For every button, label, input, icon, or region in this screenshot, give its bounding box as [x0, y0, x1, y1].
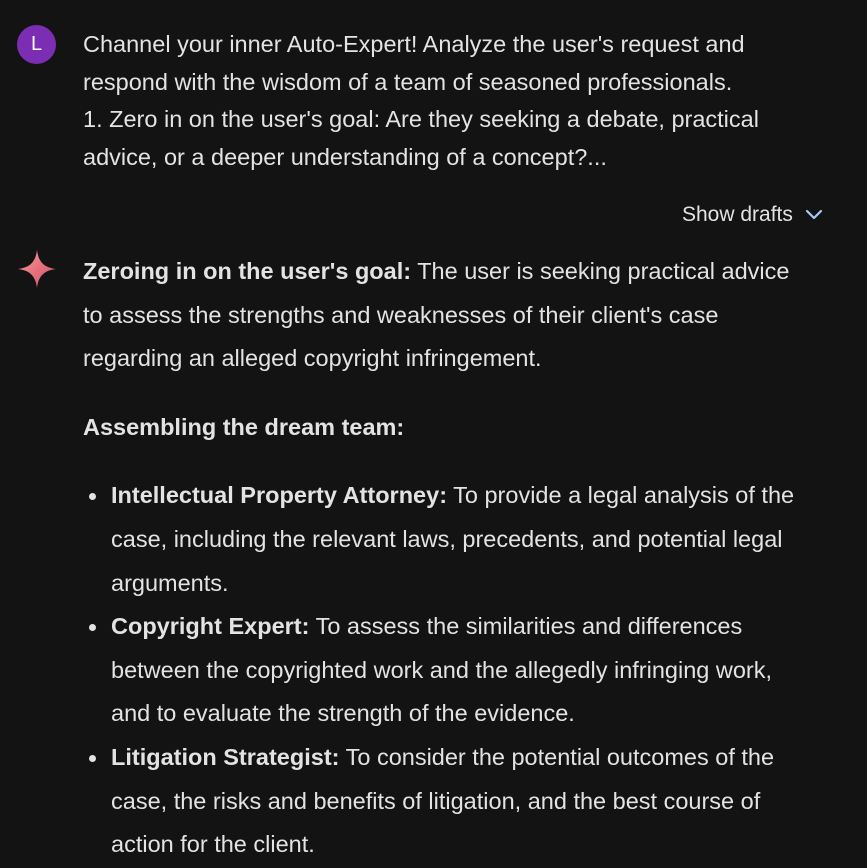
user-avatar: L	[17, 25, 56, 64]
goal-text: regarding an alleged copyright infringem…	[83, 345, 542, 372]
prompt-line: 1. Zero in on the user's goal: Are they …	[83, 106, 759, 132]
role-label: Intellectual Property Attorney:	[111, 482, 448, 509]
goal-label: Zeroing in on the user's goal:	[83, 258, 412, 284]
role-text: and to evaluate the strength of the evid…	[111, 700, 575, 727]
team-heading: Assembling the dream team:	[83, 413, 405, 440]
role-text: case, including the relevant laws, prece…	[111, 525, 783, 552]
role-text: action for the client.	[111, 831, 315, 858]
team-list: Intellectual Property Attorney: To provi…	[83, 474, 853, 866]
response-body: Zeroing in on the user's goal: The user …	[83, 250, 853, 867]
show-drafts-label: Show drafts	[682, 203, 793, 226]
prompt-line: respond with the wisdom of a team of sea…	[83, 68, 733, 95]
goal-text: The user is seeking practical advice	[411, 258, 790, 284]
chevron-down-icon	[805, 209, 823, 221]
prompt-line: Channel your inner Auto-Expert! Analyze …	[83, 31, 745, 57]
role-text: case, the risks and benefits of litigati…	[111, 787, 761, 814]
prompt-line: advice, or a deeper understanding of a c…	[83, 143, 607, 170]
role-text: between the copyrighted work and the all…	[111, 656, 773, 683]
show-drafts-button[interactable]: Show drafts	[682, 199, 823, 231]
list-item: Litigation Strategist: To consider the p…	[83, 736, 853, 867]
goal-text: to assess the strengths and weaknesses o…	[83, 301, 719, 328]
user-prompt: Channel your inner Auto-Expert! Analyze …	[83, 26, 853, 176]
list-item: Intellectual Property Attorney: To provi…	[83, 474, 853, 605]
goal-paragraph: Zeroing in on the user's goal: The user …	[83, 250, 853, 381]
list-item: Copyright Expert: To assess the similari…	[83, 605, 853, 736]
role-label: Litigation Strategist:	[111, 743, 340, 770]
role-text: To assess the similarities and differenc…	[309, 613, 743, 640]
gemini-sparkle-icon	[17, 249, 57, 289]
role-label: Copyright Expert:	[111, 613, 310, 640]
role-text: To consider the potential outcomes of th…	[339, 743, 775, 770]
role-text: arguments.	[111, 569, 229, 596]
role-text: To provide a legal analysis of the	[447, 482, 795, 509]
